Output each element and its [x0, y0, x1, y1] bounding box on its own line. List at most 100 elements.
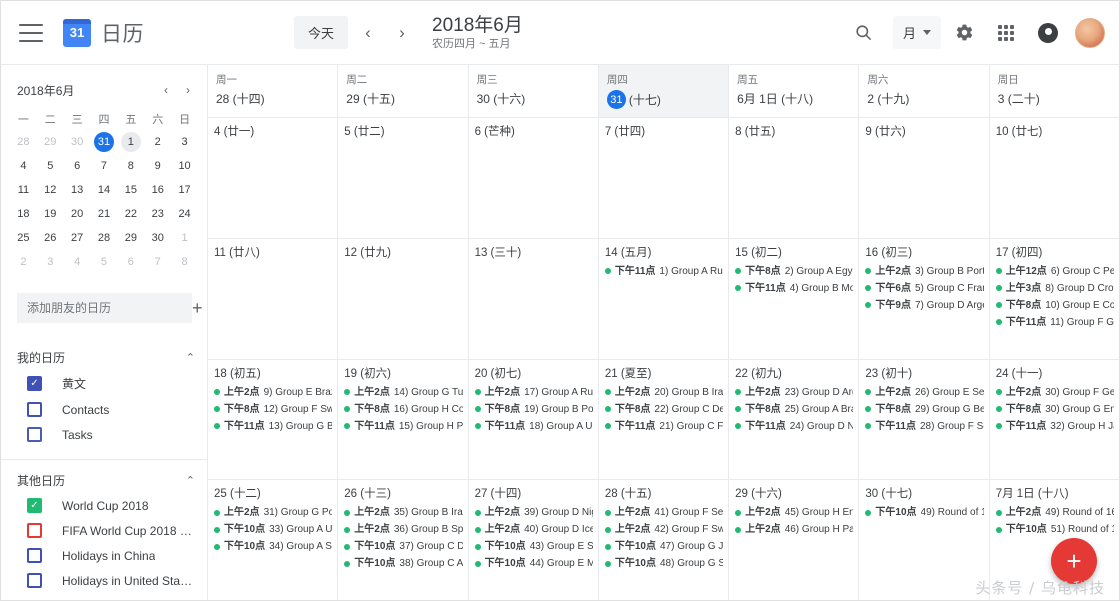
calendar-event[interactable]: 下午11点24) Group D Nig [735, 418, 853, 435]
calendar-event[interactable]: 上午2点 40) Group D Icel [474, 521, 593, 538]
calendar-section-header[interactable]: 我的日历 ⌃ [1, 345, 207, 370]
day-cell-date[interactable]: 29 (十六) [735, 485, 853, 501]
calendar-event[interactable]: 下午11点 13) Group G Be [214, 418, 332, 435]
day-cell-date[interactable]: 16 (初三) [865, 244, 983, 260]
mini-day-cell[interactable]: 22 [117, 202, 144, 225]
mini-day-cell[interactable]: 10 [171, 154, 198, 177]
mini-day-cell[interactable]: 7 [144, 250, 171, 273]
day-cell[interactable]: 22 (初九)上午2点23) Group D Arge下午8点25) Group… [728, 359, 858, 480]
day-cell[interactable]: 5 (廿二) [337, 118, 467, 238]
avatar[interactable] [1075, 17, 1105, 48]
day-cell[interactable]: 29 (十六) 上午2点 45) Group H Eng 上午2点 46) Group … [728, 480, 858, 600]
calendar-list-item[interactable]: Holidays in China [1, 543, 207, 568]
footer-links[interactable]: 条款 – 隐私权 [1, 597, 207, 601]
weekday-header-cell[interactable]: 周三 30 (十六) [467, 65, 598, 117]
calendar-event[interactable]: 下午11点21) Group C Fra [604, 418, 723, 435]
calendar-event[interactable]: 下午6点5) Group C Franc [865, 280, 984, 297]
calendar-checkbox[interactable] [27, 573, 42, 588]
calendar-checkbox[interactable]: ✓ [27, 376, 42, 391]
calendar-event[interactable]: 下午10点49) Round of 16 [865, 504, 984, 521]
day-cell-date[interactable]: 7月 1日 (十八) [996, 485, 1114, 501]
day-cell[interactable]: 20 (初七) 上午2点 17) Group A Rus 下午8点 19) Group … [467, 359, 598, 480]
calendar-event[interactable]: 下午10点 38) Group C Au [344, 555, 463, 572]
day-cell-date[interactable]: 8 (廿五) [735, 123, 853, 139]
bell-icon[interactable] [1029, 14, 1067, 52]
calendar-event[interactable]: 下午8点 22) Group C Den [604, 401, 723, 418]
calendar-event[interactable]: 上午2点41) Group F Serb [604, 504, 723, 521]
calendar-event[interactable]: 下午10点37) Group C De [344, 538, 463, 555]
day-cell[interactable]: 15 (初二) 下午8点 2) Group A Egypt 下午11点 4) Group… [728, 238, 858, 359]
mini-day-cell[interactable]: 26 [37, 226, 64, 249]
day-cell[interactable]: 25 (十二)上午2点31) Group G Pola下午10点33) Grou… [208, 480, 337, 600]
mini-day-cell[interactable]: 19 [37, 202, 64, 225]
calendar-event[interactable]: 上午2点23) Group D Arge [735, 384, 853, 401]
mini-day-cell[interactable]: 1 [117, 130, 144, 153]
mini-prev-button[interactable]: ‹ [155, 79, 177, 101]
calendar-event[interactable]: 下午11点 4) Group B Mor [735, 280, 853, 297]
calendar-event[interactable]: 上午2点 42) Group F Swit [604, 521, 723, 538]
mini-day-cell[interactable]: 2 [10, 250, 37, 273]
calendar-event[interactable]: 下午11点28) Group F Sou [865, 418, 984, 435]
calendar-event[interactable]: 下午11点 15) Group H Po [344, 418, 463, 435]
mini-day-cell[interactable]: 5 [37, 154, 64, 177]
gear-icon[interactable] [945, 14, 983, 52]
mini-day-cell[interactable]: 6 [117, 250, 144, 273]
day-cell[interactable]: 19 (初六) 上午2点 14) Group G Tun 下午8点 16) Group … [337, 359, 467, 480]
day-cell[interactable]: 4 (廿一) [208, 118, 337, 238]
day-cell[interactable]: 16 (初三) 上午2点 3) Group B Portu 下午6点 5) Group … [858, 238, 988, 359]
calendar-event[interactable]: 上午2点 46) Group H Pan [735, 521, 853, 538]
mini-day-cell[interactable]: 1 [171, 226, 198, 249]
mini-day-cell[interactable]: 29 [117, 226, 144, 249]
prev-month-button[interactable]: ‹ [354, 19, 382, 47]
weekday-header-cell[interactable]: 周日 3 (二十) [988, 65, 1119, 117]
day-cell[interactable]: 30 (十七) 下午10点49) Round of 16 [858, 480, 988, 600]
day-cell[interactable]: 21 (夏至) 上午2点 20) Group B Iran 下午8点 22) Group… [597, 359, 728, 480]
day-cell-date[interactable]: 9 (廿六) [865, 123, 983, 139]
day-cell-date[interactable]: 13 (三十) [475, 244, 593, 260]
weekday-header-cell[interactable]: 周四 31 (十七) [597, 65, 729, 117]
search-icon[interactable] [845, 14, 883, 52]
calendar-event[interactable]: 下午10点 34) Group A Sa [214, 538, 332, 555]
day-cell[interactable]: 10 (廿七) [988, 118, 1119, 238]
calendar-event[interactable]: 上午12点6) Group C Peru [995, 263, 1114, 280]
calendar-list-item[interactable]: ✓ World Cup 2018 [1, 493, 207, 518]
calendar-event[interactable]: 下午8点16) Group H Colc [344, 401, 463, 418]
day-cell[interactable]: 13 (三十) [467, 238, 598, 359]
day-cell[interactable]: 7月 1日 (十八) 上午2点 49) Round of 16: 下午10点 51) R… [988, 480, 1119, 600]
calendar-checkbox[interactable] [27, 402, 42, 417]
day-cell-date[interactable]: 11 (廿八) [214, 244, 332, 260]
mini-day-cell[interactable]: 23 [144, 202, 171, 225]
day-cell-date[interactable]: 23 (初十) [865, 365, 983, 381]
day-cell-date[interactable]: 24 (十一) [996, 365, 1114, 381]
hamburger-icon[interactable] [19, 23, 43, 42]
calendar-event[interactable]: 下午8点25) Group A Braz [735, 401, 853, 418]
calendar-event[interactable]: 下午11点 32) Group H Ja [995, 418, 1114, 435]
mini-day-cell[interactable]: 24 [171, 202, 198, 225]
weekday-header-cell[interactable]: 周五 6月 1日 (十八) [728, 65, 858, 117]
day-cell[interactable]: 17 (初四)上午12点6) Group C Peru上午3点8) Group … [988, 238, 1119, 359]
day-cell-date[interactable]: 7 (廿四) [605, 123, 723, 139]
weekday-header-cell[interactable]: 周六 2 (十九) [858, 65, 988, 117]
calendar-event[interactable]: 上午2点39) Group D Nige [474, 504, 593, 521]
mini-day-cell[interactable]: 6 [64, 154, 91, 177]
mini-day-cell[interactable]: 16 [144, 178, 171, 201]
calendar-event[interactable]: 上午2点 36) Group B Spa [344, 521, 463, 538]
mini-day-cell[interactable]: 15 [117, 178, 144, 201]
calendar-event[interactable]: 上午2点31) Group G Pola [214, 504, 332, 521]
calendar-list-item[interactable]: Holidays in United States [1, 568, 207, 593]
calendar-event[interactable]: 下午8点 2) Group A Egypt [735, 263, 853, 280]
calendar-event[interactable]: 下午8点 12) Group F Swe [214, 401, 332, 418]
day-cell[interactable]: 27 (十四) 上午2点39) Group D Nige上午2点40) Group… [467, 480, 598, 600]
mini-day-cell[interactable]: 17 [171, 178, 198, 201]
day-cell-date[interactable]: 27 (十四) [475, 485, 593, 501]
day-cell-date[interactable]: 20 (初七) [475, 365, 593, 381]
day-cell-date[interactable]: 18 (初五) [214, 365, 332, 381]
day-cell-date[interactable]: 6 (芒种) [475, 123, 593, 139]
chevron-up-icon[interactable]: ⌃ [186, 474, 195, 487]
mini-day-cell[interactable]: 20 [64, 202, 91, 225]
calendar-event[interactable]: 下午10点48) Group G Se [604, 555, 723, 572]
calendar-section-header[interactable]: 其他日历 ⌃ [1, 468, 207, 493]
day-cell[interactable]: 28 (十五)上午2点41) Group F Serb上午2点42) Group… [597, 480, 728, 600]
apps-grid-icon[interactable] [987, 14, 1025, 52]
mini-day-cell[interactable]: 25 [10, 226, 37, 249]
